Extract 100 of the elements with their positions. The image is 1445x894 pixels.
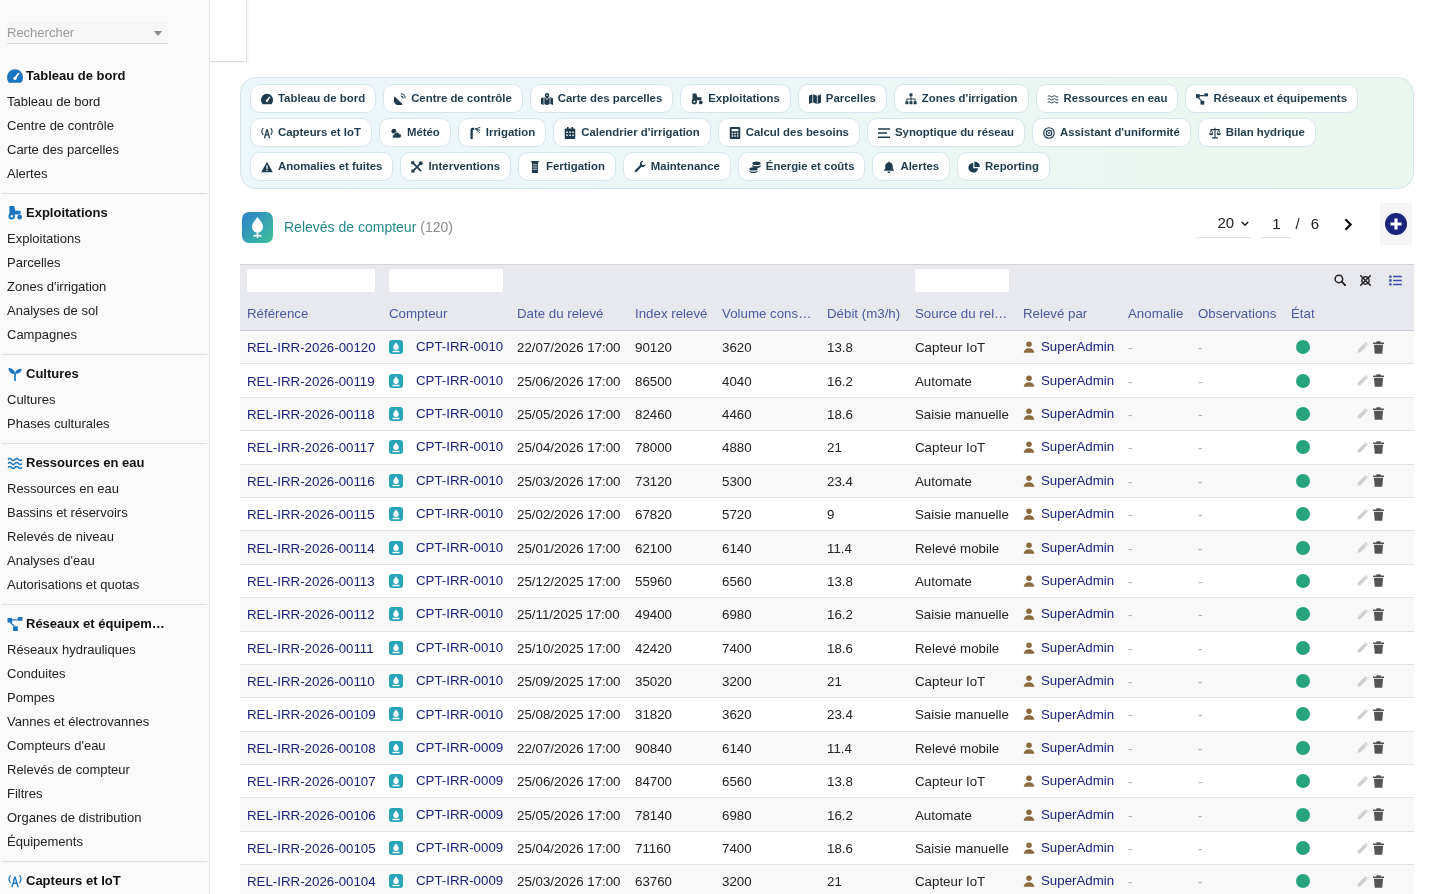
meter-link[interactable]: CPT-IRR-0010 [416, 470, 504, 491]
sidebar-item[interactable]: Zones d'irrigation [7, 277, 107, 297]
sidebar-item[interactable]: Pompes [7, 688, 55, 708]
quick-link-button[interactable]: Fertigation [518, 152, 616, 181]
sidebar-item[interactable]: Relevés de compteur [7, 760, 130, 780]
user-link[interactable]: SuperAdmin [1041, 437, 1115, 458]
trash-icon[interactable] [1373, 507, 1384, 521]
reference-link[interactable]: REL-IRR-2026-00112 [247, 607, 375, 623]
user-link[interactable]: SuperAdmin [1041, 671, 1115, 692]
user-link[interactable]: SuperAdmin [1041, 804, 1115, 825]
user-link[interactable]: SuperAdmin [1041, 604, 1115, 625]
sidebar-item[interactable]: Tableau de bord [7, 92, 101, 112]
sidebar-item[interactable]: Relevés de niveau [7, 527, 114, 547]
reference-link[interactable]: REL-IRR-2026-00120 [247, 340, 376, 356]
trash-icon[interactable] [1373, 774, 1384, 788]
reference-link[interactable]: REL-IRR-2026-00104 [247, 874, 376, 890]
reference-link[interactable]: REL-IRR-2026-00110 [247, 674, 375, 690]
quick-link-button[interactable]: Réseaux et équipements [1185, 84, 1358, 113]
column-header[interactable]: Anomalie [1128, 305, 1184, 321]
sidebar-section-title[interactable]: Cultures [26, 364, 79, 384]
user-link[interactable]: SuperAdmin [1041, 537, 1115, 558]
meter-link[interactable]: CPT-IRR-0009 [416, 737, 504, 758]
column-header[interactable]: Index relevé [635, 305, 708, 321]
sidebar-item[interactable]: Conduites [7, 664, 66, 684]
quick-link-button[interactable]: Énergie et coûts [737, 152, 866, 181]
meter-link[interactable]: CPT-IRR-0009 [416, 804, 504, 825]
meter-link[interactable]: CPT-IRR-0010 [416, 570, 504, 591]
reference-link[interactable]: REL-IRR-2026-00118 [247, 406, 375, 422]
quick-link-button[interactable]: Centre de contrôle [383, 84, 523, 113]
reference-link[interactable]: REL-IRR-2026-00107 [247, 774, 376, 790]
search-field[interactable]: Rechercher [7, 22, 168, 44]
reference-link[interactable]: REL-IRR-2026-00105 [247, 841, 376, 857]
trash-icon[interactable] [1373, 474, 1384, 488]
sidebar-item[interactable]: Exploitations [7, 229, 81, 249]
crossed-search-icon[interactable] [1359, 273, 1372, 287]
sidebar-item[interactable]: Compteurs d'eau [7, 736, 106, 756]
sidebar-item[interactable]: Carte des parcelles [7, 140, 119, 160]
user-link[interactable]: SuperAdmin [1041, 704, 1115, 725]
quick-link-button[interactable]: Parcelles [797, 84, 887, 113]
trash-icon[interactable] [1373, 674, 1384, 688]
reference-link[interactable]: REL-IRR-2026-00111 [247, 640, 374, 656]
trash-icon[interactable] [1373, 874, 1384, 888]
trash-icon[interactable] [1373, 340, 1384, 354]
page-field[interactable]: 1 [1261, 210, 1292, 238]
trash-icon[interactable] [1373, 607, 1384, 621]
sidebar-item[interactable]: Réseaux hydrauliques [7, 640, 136, 660]
meter-link[interactable]: CPT-IRR-0010 [416, 704, 504, 725]
meter-link[interactable]: CPT-IRR-0009 [416, 838, 504, 858]
sidebar-item[interactable]: Autorisations et quotas [7, 575, 140, 595]
reference-link[interactable]: REL-IRR-2026-00113 [247, 573, 375, 589]
reference-link[interactable]: REL-IRR-2026-00106 [247, 807, 376, 823]
reference-link[interactable]: REL-IRR-2026-00117 [247, 440, 375, 456]
quick-link-button[interactable]: Alertes [872, 152, 951, 181]
meter-link[interactable]: CPT-IRR-0010 [416, 337, 504, 358]
reference-link[interactable]: REL-IRR-2026-00115 [247, 507, 375, 523]
trash-icon[interactable] [1373, 641, 1384, 655]
column-header[interactable]: Référence [247, 305, 309, 321]
sidebar-item[interactable]: Vannes et électrovannes [7, 712, 150, 732]
trash-icon[interactable] [1373, 407, 1384, 421]
quick-link-button[interactable]: Zones d'irrigation [893, 84, 1029, 113]
column-header[interactable]: Observations [1198, 305, 1277, 321]
sidebar-item[interactable]: Bassins et réservoirs [7, 503, 128, 523]
search-icon[interactable] [1334, 274, 1346, 287]
user-link[interactable]: SuperAdmin [1041, 637, 1115, 658]
quick-link-button[interactable]: Calendrier d'irrigation [553, 118, 711, 147]
meter-link[interactable]: CPT-IRR-0010 [416, 504, 504, 525]
sidebar-section-title[interactable]: Exploitations [26, 203, 108, 223]
sidebar-item[interactable]: Cultures [7, 390, 56, 410]
meter-link[interactable]: CPT-IRR-0010 [416, 404, 504, 424]
user-link[interactable]: SuperAdmin [1041, 737, 1115, 758]
column-header[interactable]: Relevé par [1023, 305, 1088, 321]
column-header[interactable]: État [1291, 305, 1315, 321]
meter-link[interactable]: CPT-IRR-0010 [416, 437, 504, 458]
sidebar-section-title[interactable]: Ressources en eau [26, 453, 145, 473]
meter-link[interactable]: CPT-IRR-0009 [416, 771, 504, 792]
meter-link[interactable]: CPT-IRR-0010 [416, 637, 504, 658]
add-button[interactable] [1380, 203, 1412, 245]
quick-link-button[interactable]: Synoptique du réseau [866, 118, 1025, 147]
user-link[interactable]: SuperAdmin [1041, 838, 1115, 858]
page-size-select[interactable]: 20 [1196, 210, 1252, 238]
reference-link[interactable]: REL-IRR-2026-00108 [247, 740, 376, 756]
trash-icon[interactable] [1373, 440, 1384, 454]
sidebar-item[interactable]: Alertes [7, 164, 48, 184]
quick-link-button[interactable]: Maintenance [622, 152, 731, 181]
meter-link[interactable]: CPT-IRR-0010 [416, 604, 504, 625]
quick-link-button[interactable]: Exploitations [680, 84, 791, 113]
column-header[interactable]: Débit (m3/h) [827, 305, 901, 321]
sidebar-item[interactable]: Organes de distribution [7, 808, 142, 828]
trash-icon[interactable] [1373, 841, 1384, 855]
column-header[interactable]: Volume cons… [722, 305, 812, 321]
sidebar-item[interactable]: Analyses d'eau [7, 551, 95, 571]
quick-link-button[interactable]: Irrigation [457, 118, 547, 147]
meter-link[interactable]: CPT-IRR-0009 [416, 871, 504, 892]
quick-link-button[interactable]: Tableau de bord [250, 84, 377, 113]
quick-link-button[interactable]: Calcul des besoins [717, 118, 860, 147]
quick-link-button[interactable]: Capteurs et IoT [250, 118, 372, 147]
reference-link[interactable]: REL-IRR-2026-00116 [247, 473, 375, 489]
user-link[interactable]: SuperAdmin [1041, 871, 1115, 892]
reference-link[interactable]: REL-IRR-2026-00109 [247, 707, 376, 723]
sidebar-item[interactable]: Centre de contrôle [7, 116, 114, 136]
